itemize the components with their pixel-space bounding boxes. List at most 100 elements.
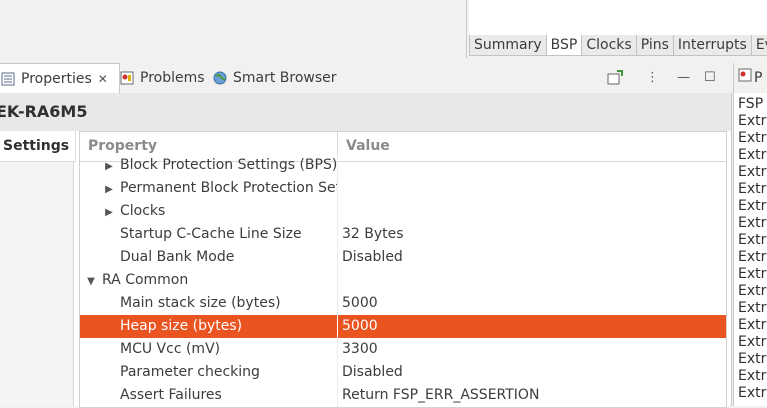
- table-row[interactable]: Startup C-Cache Line Size 32 Bytes: [80, 223, 726, 246]
- table-row[interactable]: Parameter checking Disabled: [80, 361, 726, 384]
- property-label: Dual Bank Mode: [120, 249, 235, 265]
- new-icon[interactable]: [607, 63, 623, 93]
- column-divider: [337, 200, 338, 223]
- list-item[interactable]: FSP: [738, 96, 763, 113]
- table-row[interactable]: ▶ Block Protection Settings (BPS): [80, 154, 726, 177]
- tab-smart-browser[interactable]: Smart Browser: [213, 63, 337, 93]
- configuration-editor-area: [469, 0, 767, 36]
- list-item[interactable]: Extr: [738, 130, 766, 147]
- globe-icon: [213, 71, 227, 85]
- property-cell: Assert Failures: [102, 384, 337, 407]
- list-item[interactable]: Extr: [738, 232, 766, 249]
- tab-settings[interactable]: Settings: [0, 131, 76, 162]
- tab-properties-label: Properties: [21, 71, 92, 87]
- column-divider: [337, 292, 338, 315]
- property-cell: Heap size (bytes): [102, 315, 337, 338]
- property-cell: ▼ RA Common: [84, 269, 337, 292]
- column-divider: [337, 269, 338, 292]
- collapse-arrow-icon[interactable]: ▼: [84, 270, 98, 292]
- table-row[interactable]: Dual Bank Mode Disabled: [80, 246, 726, 269]
- tab-event-links[interactable]: Eve: [750, 35, 767, 56]
- column-divider: [337, 246, 338, 269]
- table-row[interactable]: ▶ Clocks: [80, 200, 726, 223]
- right-panel-tab[interactable]: P: [734, 63, 767, 93]
- list-item[interactable]: Extr: [738, 164, 766, 181]
- tab-problems-label: Problems: [140, 70, 205, 86]
- list-item[interactable]: Extr: [738, 317, 766, 334]
- column-divider: [337, 315, 338, 338]
- list-item[interactable]: Extr: [738, 368, 766, 385]
- table-row[interactable]: MCU Vcc (mV) 3300: [80, 338, 726, 361]
- value-cell[interactable]: 32 Bytes: [342, 223, 404, 246]
- column-divider: [337, 338, 338, 361]
- table-row[interactable]: Main stack size (bytes) 5000: [80, 292, 726, 315]
- column-divider: [337, 384, 338, 407]
- page-title: EK-RA6M5: [0, 102, 88, 121]
- property-label: Heap size (bytes): [120, 318, 243, 334]
- properties-header: EK-RA6M5: [0, 93, 731, 131]
- property-label: MCU Vcc (mV): [120, 341, 221, 357]
- column-divider: [337, 223, 338, 246]
- property-cell: ▶ Clocks: [102, 200, 337, 223]
- table-row[interactable]: ▶ Permanent Block Protection Setti: [80, 177, 726, 200]
- value-cell[interactable]: Disabled: [342, 361, 403, 384]
- view-menu-icon[interactable]: ⋮: [646, 63, 659, 93]
- list-item[interactable]: Extr: [738, 113, 766, 130]
- table-row[interactable]: Heap size (bytes) 5000: [80, 315, 726, 338]
- list-item[interactable]: Extr: [738, 198, 766, 215]
- property-label: Startup C-Cache Line Size: [120, 226, 302, 242]
- property-cell: Dual Bank Mode: [102, 246, 337, 269]
- sash[interactable]: [466, 0, 467, 58]
- value-cell[interactable]: Return FSP_ERR_ASSERTION: [342, 384, 539, 407]
- list-item[interactable]: Extr: [738, 385, 766, 402]
- tab-interrupts[interactable]: Interrupts: [672, 35, 752, 56]
- value-cell[interactable]: 5000: [342, 292, 378, 315]
- column-divider: [337, 154, 338, 177]
- right-panel-tab-label: P: [754, 70, 763, 86]
- list-item[interactable]: Extr: [738, 334, 766, 351]
- expand-arrow-icon[interactable]: ▶: [102, 178, 116, 200]
- close-icon[interactable]: ✕: [98, 72, 108, 86]
- table-row[interactable]: Assert Failures Return FSP_ERR_ASSERTION: [80, 384, 726, 407]
- property-label: RA Common: [102, 272, 189, 288]
- properties-table: Property Value ▶ Block Protection Setting…: [79, 131, 727, 408]
- tab-bsp[interactable]: BSP: [545, 35, 583, 56]
- value-cell[interactable]: Disabled: [342, 246, 403, 269]
- list-item[interactable]: Extr: [738, 147, 766, 164]
- property-cell: Parameter checking: [102, 361, 337, 384]
- settings-sidebar: [0, 131, 74, 406]
- properties-icon: [1, 72, 15, 86]
- table-row[interactable]: ▼ RA Common: [80, 269, 726, 292]
- list-item[interactable]: Extr: [738, 181, 766, 198]
- maximize-icon[interactable]: ☐: [704, 63, 716, 93]
- list-item[interactable]: Extr: [738, 351, 766, 368]
- list-item[interactable]: Extr: [738, 215, 766, 232]
- value-cell[interactable]: 5000: [342, 315, 378, 338]
- value-cell[interactable]: 3300: [342, 338, 378, 361]
- problems-icon: [120, 71, 134, 85]
- tab-problems[interactable]: Problems: [120, 63, 205, 93]
- expand-arrow-icon[interactable]: ▶: [102, 201, 116, 223]
- minimize-icon[interactable]: —: [677, 63, 690, 93]
- view-tab-bar: Properties ✕ Problems Smart Browser ⋮ — …: [0, 63, 731, 94]
- right-panel: P FSP Extr Extr Extr Extr Extr Extr Extr Extr Ext…: [733, 63, 767, 406]
- tab-summary[interactable]: Summary: [469, 35, 547, 56]
- property-label: Block Protection Settings (BPS): [120, 157, 337, 173]
- property-label: Parameter checking: [120, 364, 260, 380]
- list-item[interactable]: Extr: [738, 283, 766, 300]
- expand-arrow-icon[interactable]: ▶: [102, 155, 116, 177]
- property-cell: Main stack size (bytes): [102, 292, 337, 315]
- column-divider: [337, 361, 338, 384]
- configuration-tabs: Summary BSP Clocks Pins Interrupts Eve: [469, 35, 767, 57]
- list-item[interactable]: Extr: [738, 300, 766, 317]
- list-item[interactable]: Extr: [738, 266, 766, 283]
- property-label: Assert Failures: [120, 387, 222, 403]
- list-item[interactable]: Extr: [738, 249, 766, 266]
- tab-pins[interactable]: Pins: [635, 35, 674, 56]
- properties-icon: [738, 68, 752, 82]
- tab-clocks[interactable]: Clocks: [581, 35, 637, 56]
- properties-panel: EK-RA6M5 Settings Property Value ▶ Block …: [0, 93, 732, 408]
- tab-properties[interactable]: Properties ✕: [0, 63, 120, 94]
- property-cell: ▶ Permanent Block Protection Setti: [102, 177, 337, 200]
- property-label: Main stack size (bytes): [120, 295, 281, 311]
